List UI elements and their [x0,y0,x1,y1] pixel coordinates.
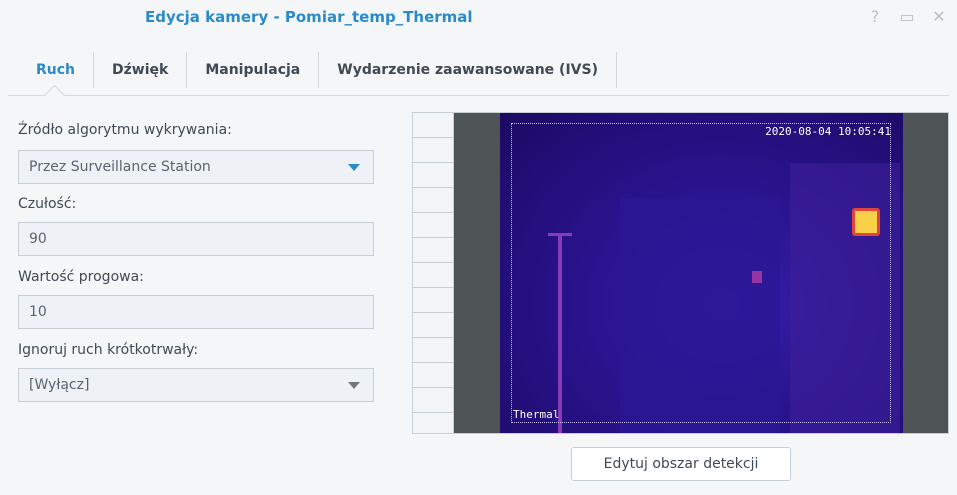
tab-bar: Ruch Dźwięk Manipulacja Wydarzenie zaawa… [18,50,617,90]
ruler-tick [413,262,453,263]
ruler-tick [413,137,453,138]
source-select-value: Przez Surveillance Station [29,159,211,175]
preview-camera-name: Thermal [513,408,560,421]
ruler-tick [413,237,453,238]
ruler-tick [413,412,453,413]
ignore-label: Ignoruj ruch krótkotrwały: [18,342,199,358]
ruler-tick [413,162,453,163]
sensitivity-input[interactable]: 90 [18,222,374,256]
threshold-label: Wartość progowa: [18,269,144,285]
preview-timestamp: 2020-08-04 10:05:41 [765,125,891,138]
ruler-tick [413,287,453,288]
source-select[interactable]: Przez Surveillance Station [18,150,374,184]
ruler-tick [413,312,453,313]
window-title: Edycja kamery - Pomiar_temp_Thermal [145,8,473,26]
thermal-image: 2020-08-04 10:05:41 Thermal [500,113,903,433]
edit-detection-area-button[interactable]: Edytuj obszar detekcji [571,447,791,481]
ruler-tick [413,362,453,363]
camera-preview[interactable]: 2020-08-04 10:05:41 Thermal [412,112,949,434]
chevron-down-icon [348,164,360,171]
threshold-value: 10 [29,304,47,320]
ruler-tick [413,212,453,213]
close-icon[interactable]: ✕ [930,8,948,26]
threshold-input[interactable]: 10 [18,295,374,329]
tab-manipulacja[interactable]: Manipulacja [186,52,318,88]
tab-dzwiek[interactable]: Dźwięk [93,52,186,88]
ignore-select[interactable]: [Wyłącz] [18,368,374,402]
tab-ruch[interactable]: Ruch [18,52,93,88]
detection-area-frame [511,123,891,423]
ruler-tick [413,337,453,338]
detection-grid-ruler [413,113,454,433]
ruler-tick [413,187,453,188]
ruler-tick [413,387,453,388]
sensitivity-value: 90 [29,231,47,247]
ignore-select-value: [Wyłącz] [29,377,90,393]
tab-ivs[interactable]: Wydarzenie zaawansowane (IVS) [318,52,617,88]
chevron-down-icon [348,382,360,389]
maximize-icon[interactable]: ▭ [898,8,916,26]
help-icon[interactable]: ? [866,8,884,26]
source-label: Źródło algorytmu wykrywania: [18,122,232,138]
tab-divider [8,95,949,96]
sensitivity-label: Czułość: [18,196,77,212]
title-bar: Edycja kamery - Pomiar_temp_Thermal ? ▭ … [0,0,957,38]
